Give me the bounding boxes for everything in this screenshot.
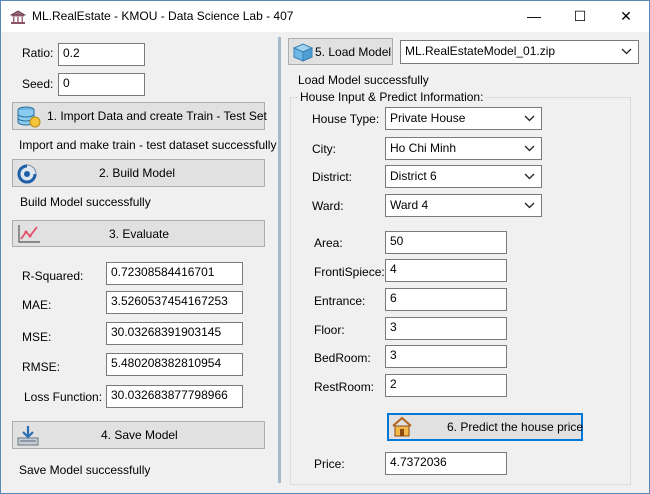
ward-select[interactable]: Ward 4 bbox=[385, 194, 542, 217]
evaluate-button-label: 3. Evaluate bbox=[109, 226, 170, 241]
ward-label: Ward: bbox=[312, 199, 344, 213]
house-type-select[interactable]: Private House bbox=[385, 107, 542, 130]
rmse-field[interactable]: 5.480208382810954 bbox=[106, 353, 243, 376]
building-icon bbox=[10, 10, 26, 24]
district-value: District 6 bbox=[390, 169, 437, 183]
save-model-button-label: 4. Save Model bbox=[101, 428, 178, 442]
seed-label: Seed: bbox=[22, 77, 54, 91]
floor-input[interactable]: 3 bbox=[385, 317, 507, 340]
predict-price-button[interactable]: 6. Predict the house price bbox=[387, 413, 583, 441]
mse-label: MSE: bbox=[22, 330, 52, 344]
loss-function-label: Loss Function: bbox=[24, 390, 103, 404]
restroom-input[interactable]: 2 bbox=[385, 374, 507, 397]
ratio-label: Ratio: bbox=[22, 46, 54, 60]
load-model-button[interactable]: 5. Load Model bbox=[288, 38, 393, 65]
mae-label: MAE: bbox=[22, 298, 52, 312]
ratio-input[interactable]: 0.2 bbox=[58, 43, 145, 66]
city-select[interactable]: Ho Chi Minh bbox=[385, 137, 542, 160]
entrance-label: Entrance: bbox=[314, 294, 366, 308]
loss-function-field[interactable]: 30.032683877798966 bbox=[106, 385, 243, 408]
panel-splitter[interactable] bbox=[278, 37, 281, 483]
area-input[interactable]: 50 bbox=[385, 231, 507, 254]
predict-price-button-label: 6. Predict the house price bbox=[447, 420, 584, 434]
database-icon bbox=[17, 106, 41, 128]
bedroom-label: BedRoom: bbox=[314, 351, 371, 365]
chevron-down-icon bbox=[524, 115, 535, 122]
chevron-down-icon bbox=[524, 202, 535, 209]
main-window: ML.RealEstate - KMOU - Data Science Lab … bbox=[0, 0, 650, 494]
restroom-label: RestRoom: bbox=[314, 380, 375, 394]
city-value: Ho Chi Minh bbox=[390, 141, 457, 155]
entrance-input[interactable]: 6 bbox=[385, 288, 507, 311]
import-status: Import and make train - test dataset suc… bbox=[19, 138, 277, 152]
frontispiece-input[interactable]: 4 bbox=[385, 259, 507, 282]
chart-icon bbox=[18, 225, 40, 243]
district-select[interactable]: District 6 bbox=[385, 165, 542, 188]
window-title: ML.RealEstate - KMOU - Data Science Lab … bbox=[32, 9, 294, 23]
r-squared-label: R-Squared: bbox=[22, 269, 84, 283]
build-status: Build Model successfully bbox=[20, 195, 151, 209]
import-data-button[interactable]: 1. Import Data and create Train - Test S… bbox=[12, 102, 267, 130]
bedroom-input[interactable]: 3 bbox=[385, 345, 507, 368]
house-type-value: Private House bbox=[390, 111, 466, 125]
frontispiece-label: FrontiSpiece: bbox=[314, 265, 385, 279]
chevron-down-icon bbox=[524, 145, 535, 152]
r-squared-field[interactable]: 0.72308584416701 bbox=[106, 262, 243, 285]
area-label: Area: bbox=[314, 236, 343, 250]
house-input-group-title: House Input & Predict Information: bbox=[298, 90, 486, 104]
save-model-button[interactable]: 4. Save Model bbox=[12, 421, 265, 449]
city-label: City: bbox=[312, 142, 336, 156]
build-model-button[interactable]: 2. Build Model bbox=[12, 159, 265, 187]
chevron-down-icon bbox=[621, 48, 632, 55]
import-data-button-label: 1. Import Data and create Train - Test S… bbox=[47, 109, 267, 123]
mae-field[interactable]: 3.5260537454167253 bbox=[106, 291, 243, 314]
save-icon bbox=[17, 426, 39, 446]
load-status: Load Model successfully bbox=[298, 73, 429, 87]
house-icon bbox=[392, 416, 412, 437]
close-button[interactable]: ✕ bbox=[603, 1, 649, 32]
rmse-label: RMSE: bbox=[22, 360, 61, 374]
district-label: District: bbox=[312, 170, 352, 184]
ward-value: Ward 4 bbox=[390, 198, 429, 212]
load-model-button-label: 5. Load Model bbox=[315, 44, 392, 59]
price-label: Price: bbox=[314, 457, 345, 471]
title-bar[interactable]: ML.RealEstate - KMOU - Data Science Lab … bbox=[1, 1, 649, 32]
mse-field[interactable]: 30.03268391903145 bbox=[106, 322, 243, 345]
model-file-select[interactable]: ML.RealEstateModel_01.zip bbox=[400, 40, 639, 64]
seed-input[interactable]: 0 bbox=[58, 73, 145, 96]
floor-label: Floor: bbox=[314, 323, 345, 337]
chevron-down-icon bbox=[524, 173, 535, 180]
save-status: Save Model successfully bbox=[19, 463, 151, 477]
house-type-label: House Type: bbox=[312, 112, 380, 126]
model-file-value: ML.RealEstateModel_01.zip bbox=[405, 44, 556, 58]
box-icon bbox=[292, 43, 314, 62]
build-model-button-label: 2. Build Model bbox=[99, 166, 176, 180]
maximize-button[interactable]: ☐ bbox=[557, 1, 603, 32]
build-icon bbox=[17, 164, 37, 184]
price-field[interactable]: 4.7372036 bbox=[385, 452, 507, 475]
evaluate-button[interactable]: 3. Evaluate bbox=[12, 220, 265, 247]
minimize-button[interactable]: — bbox=[511, 1, 557, 32]
